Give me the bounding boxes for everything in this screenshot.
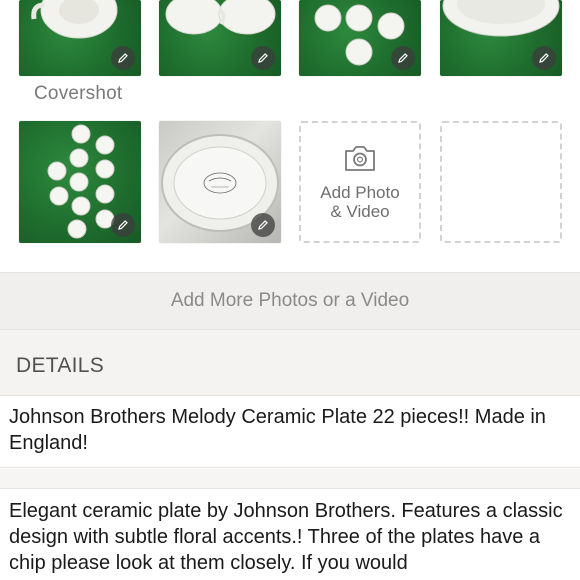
covershot-label: Covershot <box>34 83 123 104</box>
pencil-icon <box>258 220 268 230</box>
edit-photo-button[interactable] <box>251 46 275 70</box>
add-photo-video-button[interactable]: Add Photo & Video <box>299 121 421 243</box>
photo-tile-2[interactable] <box>159 0 281 76</box>
section-divider <box>0 469 580 489</box>
listing-description-field[interactable]: Elegant ceramic plate by Johnson Brother… <box>0 490 580 580</box>
edit-photo-button[interactable] <box>111 213 135 237</box>
edit-photo-button[interactable] <box>251 213 275 237</box>
pencil-icon <box>539 53 549 63</box>
photo-tile-6[interactable] <box>159 121 281 243</box>
add-more-photos-button[interactable]: Add More Photos or a Video <box>0 272 580 330</box>
listing-title-text: Johnson Brothers Melody Ceramic Plate 22… <box>9 406 546 454</box>
photo-tile-cover[interactable] <box>19 0 141 76</box>
empty-photo-slot[interactable] <box>440 121 562 243</box>
photo-tile-3[interactable] <box>299 0 421 76</box>
photo-tile-4[interactable] <box>440 0 562 76</box>
pencil-icon <box>118 53 128 63</box>
pencil-icon <box>398 53 408 63</box>
listing-title-field[interactable]: Johnson Brothers Melody Ceramic Plate 22… <box>0 396 580 468</box>
edit-photo-button[interactable] <box>532 46 556 70</box>
pencil-icon <box>118 220 128 230</box>
listing-description-text: Elegant ceramic plate by Johnson Brother… <box>9 500 563 574</box>
details-header-label: DETAILS <box>16 354 105 377</box>
camera-icon <box>345 146 375 171</box>
add-photo-video-label: Add Photo & Video <box>320 183 400 221</box>
pencil-icon <box>258 53 268 63</box>
details-section-header: DETAILS <box>0 330 580 396</box>
edit-photo-button[interactable] <box>391 46 415 70</box>
edit-photo-button[interactable] <box>111 46 135 70</box>
photo-tile-5[interactable] <box>19 121 141 243</box>
